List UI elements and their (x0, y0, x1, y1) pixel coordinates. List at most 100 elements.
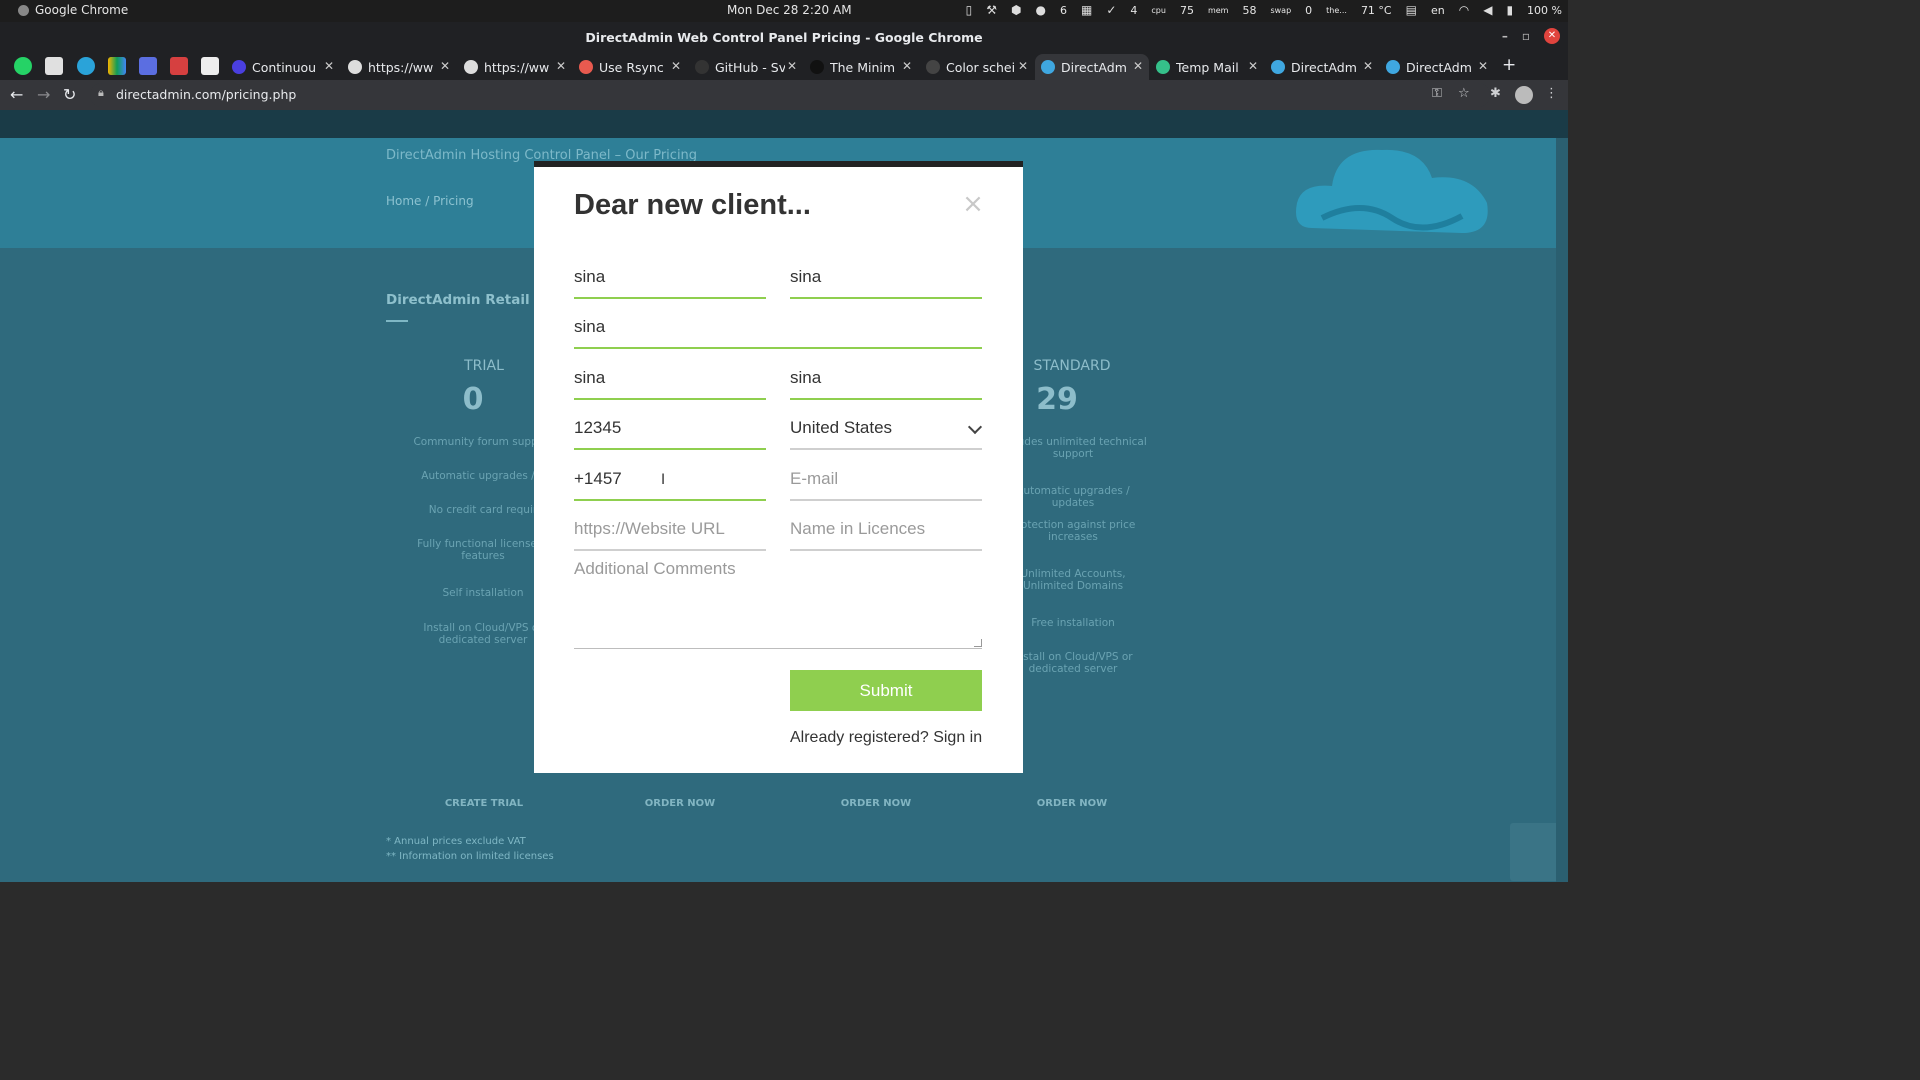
zip-input[interactable] (574, 418, 766, 438)
browser-toolbar: ← → ↻ 🔒︎ directadmin.com/pricing.php ⚿ ☆… (0, 80, 1568, 110)
address-bar[interactable] (90, 83, 1490, 107)
reload-icon[interactable]: ↻ (63, 85, 76, 104)
close-icon[interactable]: × (962, 191, 984, 217)
email-field[interactable] (790, 459, 982, 501)
os-system-tray[interactable]: ▯ ⚒ ⬢ ● 6 ▦ ✓ 4 cpu 75 mem 58 swap 0 the… (966, 3, 1562, 17)
swap-label: swap (1270, 5, 1292, 15)
docs-icon[interactable] (139, 57, 157, 75)
app-icon[interactable] (170, 57, 188, 75)
star-icon[interactable]: ☆ (1458, 86, 1470, 101)
tab-label: DirectAdm (1291, 59, 1357, 75)
lock-icon[interactable]: 🔒︎ (98, 86, 104, 100)
registration-modal: Dear new client... × United States I Sub… (534, 167, 1023, 773)
maximize-button[interactable]: ▫ (1522, 29, 1530, 43)
page-scrollbar[interactable] (1556, 138, 1568, 882)
last-name-field[interactable] (790, 257, 982, 299)
shield-icon: ⬢ (1011, 3, 1022, 17)
tab-https-1[interactable]: https://ww ✕ (342, 54, 456, 80)
licence-name-field[interactable] (790, 509, 982, 551)
tab-close-icon[interactable]: ✕ (902, 59, 912, 73)
company-input[interactable] (574, 317, 982, 337)
tab-directadmin-3[interactable]: DirectAdm ✕ (1380, 54, 1494, 80)
tab-color-scheme[interactable]: Color schei ✕ (920, 54, 1034, 80)
tab-close-icon[interactable]: ✕ (324, 59, 334, 73)
tab-https-2[interactable]: https://ww ✕ (458, 54, 572, 80)
tab-close-icon[interactable]: ✕ (1363, 59, 1373, 73)
create-trial-button[interactable]: CREATE TRIAL (394, 798, 574, 809)
tab-close-icon[interactable]: ✕ (440, 59, 450, 73)
tab-favicon-icon (695, 60, 709, 74)
order-now-button[interactable]: ORDER NOW (590, 798, 770, 809)
tab-favicon-icon (348, 60, 362, 74)
comments-textarea[interactable] (574, 557, 982, 649)
url-text[interactable]: directadmin.com/pricing.php (116, 87, 296, 102)
country-select[interactable]: United States (790, 408, 983, 450)
licence-name-input[interactable] (790, 519, 982, 539)
tab-strip: Continuou ✕ https://ww ✕ https://ww ✕ Us… (0, 52, 1568, 80)
last-name-input[interactable] (790, 267, 982, 287)
submit-button[interactable]: Submit (790, 670, 982, 711)
tab-label: Continuou (252, 59, 317, 75)
tab-close-icon[interactable]: ✕ (1018, 59, 1028, 73)
keyboard-layout[interactable]: en (1431, 4, 1445, 17)
check-icon: ✓ (1106, 3, 1117, 17)
drive-icon[interactable] (108, 57, 126, 75)
tab-close-icon[interactable]: ✕ (671, 59, 681, 73)
tab-close-icon[interactable]: ✕ (787, 59, 797, 73)
tab-close-icon[interactable]: ✕ (1133, 59, 1143, 73)
footer-note: * Annual prices exclude VAT (386, 836, 526, 847)
tab-github[interactable]: GitHub - Sv ✕ (689, 54, 803, 80)
os-clock[interactable]: Mon Dec 28 2:20 AM (727, 3, 852, 17)
city-input[interactable] (790, 368, 982, 388)
plan-trial-price: 0 (462, 382, 484, 417)
whatsapp-icon[interactable] (14, 57, 32, 75)
tab-continuous[interactable]: Continuou ✕ (226, 54, 340, 80)
modal-title: Dear new client... (574, 189, 811, 221)
resize-handle-icon[interactable] (974, 639, 982, 647)
first-name-input[interactable] (574, 267, 766, 287)
trello-icon[interactable] (201, 57, 219, 75)
website-input[interactable] (574, 519, 766, 539)
website-field[interactable] (574, 509, 766, 551)
minimize-button[interactable]: – (1502, 29, 1508, 43)
first-name-field[interactable] (574, 257, 766, 299)
company-field[interactable] (574, 307, 982, 349)
zip-field[interactable] (574, 408, 766, 450)
tab-rsync[interactable]: Use Rsync ✕ (573, 54, 687, 80)
os-app-menu[interactable]: Google Chrome (18, 3, 128, 17)
order-now-button[interactable]: ORDER NOW (982, 798, 1162, 809)
cloud-icon[interactable] (77, 57, 95, 75)
tab-dev-minimal[interactable]: The Minim ✕ (804, 54, 918, 80)
address-field[interactable] (574, 358, 766, 400)
order-now-button[interactable]: ORDER NOW (786, 798, 966, 809)
forward-icon[interactable]: → (37, 85, 50, 104)
footer-note[interactable]: ** Information on limited licenses (386, 851, 554, 862)
email-input[interactable] (790, 469, 982, 489)
phone-field[interactable] (574, 459, 766, 501)
os-app-name: Google Chrome (35, 3, 129, 17)
city-field[interactable] (790, 358, 982, 400)
extensions-icon[interactable]: ✱ (1490, 86, 1501, 101)
key-icon[interactable]: ⚿ (1432, 86, 1442, 101)
menu-icon[interactable]: ⋮ (1545, 86, 1558, 101)
tab-favicon-icon (1271, 60, 1285, 74)
tab-directadmin-active[interactable]: DirectAdm ✕ (1035, 54, 1149, 80)
tab-favicon-icon (1156, 60, 1170, 74)
back-icon[interactable]: ← (10, 85, 23, 104)
tab-directadmin-2[interactable]: DirectAdm ✕ (1265, 54, 1379, 80)
phone-input[interactable] (574, 469, 766, 489)
profile-avatar[interactable] (1515, 86, 1533, 104)
tab-label: DirectAdm (1406, 59, 1472, 75)
notes-icon[interactable] (45, 57, 63, 75)
close-window-button[interactable]: ✕ (1544, 28, 1560, 44)
tab-temp-mail[interactable]: Temp Mail ✕ (1150, 54, 1264, 80)
sign-in-link[interactable]: Already registered? Sign in (790, 729, 982, 747)
tab-close-icon[interactable]: ✕ (1248, 59, 1258, 73)
breadcrumb[interactable]: Home / Pricing (386, 194, 474, 208)
new-tab-button[interactable]: + (1502, 55, 1516, 75)
tab-close-icon[interactable]: ✕ (556, 59, 566, 73)
tab-close-icon[interactable]: ✕ (1478, 59, 1488, 73)
tab-label: https://ww (368, 59, 434, 75)
cloud-logo-icon (1296, 149, 1488, 233)
address-input[interactable] (574, 368, 766, 388)
